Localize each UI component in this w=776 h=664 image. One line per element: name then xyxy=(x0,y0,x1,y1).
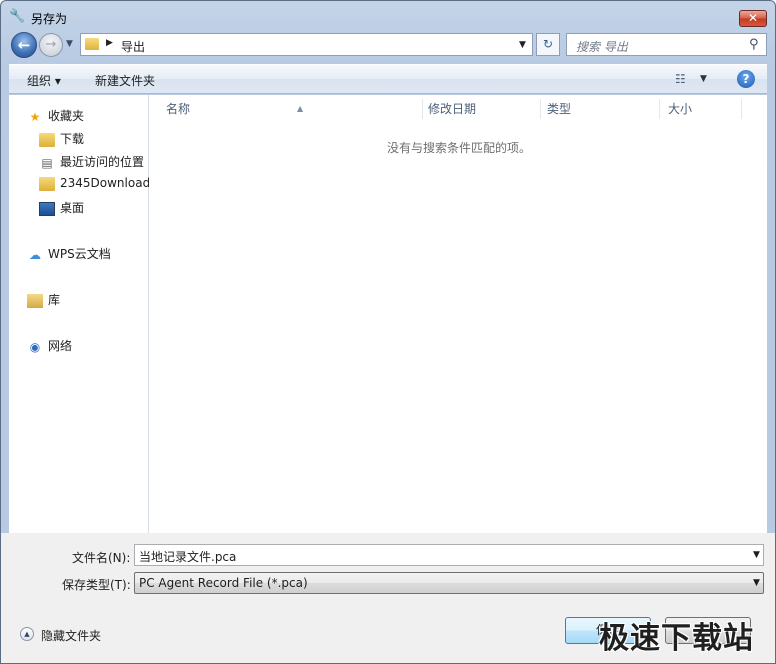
filetype-dropdown-icon[interactable]: ▼ xyxy=(753,578,760,588)
cloud-icon: ☁ xyxy=(29,247,41,262)
column-label: 类型 xyxy=(547,102,572,116)
dialog-icon: 🔧 xyxy=(9,9,26,24)
close-button[interactable]: ✕ xyxy=(739,10,767,27)
column-label: 名称 xyxy=(166,102,191,116)
column-header-type[interactable]: 类型 xyxy=(540,99,660,119)
arrow-right-icon: → xyxy=(45,37,57,52)
filename-value: 当地记录文件.pca xyxy=(139,550,237,564)
column-label: 修改日期 xyxy=(428,102,477,116)
file-list: 名称 ▲ 修改日期 类型 大小 没有与搜索条件匹配的项。 xyxy=(149,95,767,533)
library-icon xyxy=(27,293,43,308)
filename-dropdown-icon[interactable]: ▼ xyxy=(753,550,760,560)
recent-places-icon: ▤ xyxy=(41,155,53,170)
view-dropdown-icon[interactable]: ▼ xyxy=(700,74,707,84)
sidebar-item-label: 库 xyxy=(48,293,61,307)
folder-icon xyxy=(39,132,55,147)
sidebar-item-2345download[interactable]: 2345Download xyxy=(39,176,150,196)
sidebar-item-label: WPS云文档 xyxy=(48,247,111,261)
hide-folders-button[interactable]: 隐藏文件夹 xyxy=(41,627,101,644)
hide-folders-toggle-icon[interactable]: ▲ xyxy=(20,627,34,641)
column-header-modified[interactable]: 修改日期 xyxy=(421,99,541,119)
watermark-text: 极速下载站 xyxy=(599,621,754,656)
filetype-select[interactable]: PC Agent Record File (*.pca) ▼ xyxy=(134,572,764,594)
help-icon[interactable]: ? xyxy=(737,70,755,88)
search-icon[interactable]: ⚲ xyxy=(749,37,759,52)
navigation-pane: ★ 收藏夹 下载 ▤ 最近访问的位置 2345Download 桌面 ☁ WPS云文档… xyxy=(9,95,150,533)
new-folder-button[interactable]: 新建文件夹 xyxy=(95,72,155,89)
arrow-left-icon: ← xyxy=(17,36,31,54)
sidebar-item-favorites[interactable]: ★ 收藏夹 xyxy=(27,107,84,127)
sidebar-item-label: 2345Download xyxy=(60,176,151,190)
back-button[interactable]: ← xyxy=(11,32,37,58)
sidebar-item-downloads[interactable]: 下载 xyxy=(39,130,84,150)
sidebar-item-recent-places[interactable]: ▤ 最近访问的位置 xyxy=(39,153,144,173)
filename-field[interactable]: 当地记录文件.pca ▼ xyxy=(134,544,764,566)
save-as-dialog: 🔧 另存为 ✕ ← → ▼ ▶ 导出 ▼ ↻ 搜索 导出 ⚲ 组织 ▾ 新建文件… xyxy=(0,0,776,664)
address-dropdown-icon[interactable]: ▼ xyxy=(519,40,526,50)
column-header-name[interactable]: 名称 ▲ xyxy=(159,99,423,119)
history-dropdown-icon[interactable]: ▼ xyxy=(66,39,73,49)
sidebar-item-label: 桌面 xyxy=(60,201,85,215)
network-icon: ◉ xyxy=(29,339,41,354)
refresh-icon: ↻ xyxy=(542,37,554,51)
column-label: 大小 xyxy=(668,102,693,116)
breadcrumb-chevron-icon[interactable]: ▶ xyxy=(106,38,113,48)
organize-button[interactable]: 组织 ▾ xyxy=(27,72,61,89)
sidebar-item-desktop[interactable]: 桌面 xyxy=(39,199,84,219)
breadcrumb-current[interactable]: 导出 xyxy=(121,38,145,55)
address-bar[interactable]: ▶ 导出 ▼ xyxy=(80,33,533,56)
sidebar-item-label: 最近访问的位置 xyxy=(60,155,145,169)
title-bar: 🔧 另存为 ✕ xyxy=(1,1,775,31)
desktop-icon xyxy=(39,201,55,216)
command-toolbar: 组织 ▾ 新建文件夹 ☷ ▼ ? xyxy=(9,64,767,94)
refresh-button[interactable]: ↻ xyxy=(536,33,560,56)
star-icon: ★ xyxy=(29,109,41,124)
filename-label: 文件名(N): xyxy=(72,551,131,565)
sort-ascending-icon: ▲ xyxy=(297,104,304,113)
sidebar-item-wps-cloud[interactable]: ☁ WPS云文档 xyxy=(27,245,111,265)
sidebar-item-libraries[interactable]: 库 xyxy=(27,291,60,311)
column-header-size[interactable]: 大小 xyxy=(661,99,742,119)
filetype-label: 保存类型(T): xyxy=(62,578,131,592)
close-icon: ✕ xyxy=(747,11,759,25)
sidebar-item-label: 收藏夹 xyxy=(48,109,85,123)
forward-button[interactable]: → xyxy=(39,33,63,57)
folder-icon xyxy=(85,38,99,50)
view-options-icon[interactable]: ☷ xyxy=(675,72,686,86)
search-input[interactable]: 搜索 导出 ⚲ xyxy=(566,33,767,56)
window-title: 另存为 xyxy=(31,12,68,26)
empty-results-message: 没有与搜索条件匹配的项。 xyxy=(387,141,532,155)
sidebar-item-network[interactable]: ◉ 网络 xyxy=(27,337,72,357)
sidebar-item-label: 下载 xyxy=(60,132,85,146)
filetype-value: PC Agent Record File (*.pca) xyxy=(139,576,308,590)
folder-icon xyxy=(39,176,55,191)
search-placeholder: 搜索 导出 xyxy=(576,40,628,54)
save-form: 文件名(N): 当地记录文件.pca ▼ 保存类型(T): PC Agent R… xyxy=(1,533,775,663)
sidebar-item-label: 网络 xyxy=(48,339,73,353)
